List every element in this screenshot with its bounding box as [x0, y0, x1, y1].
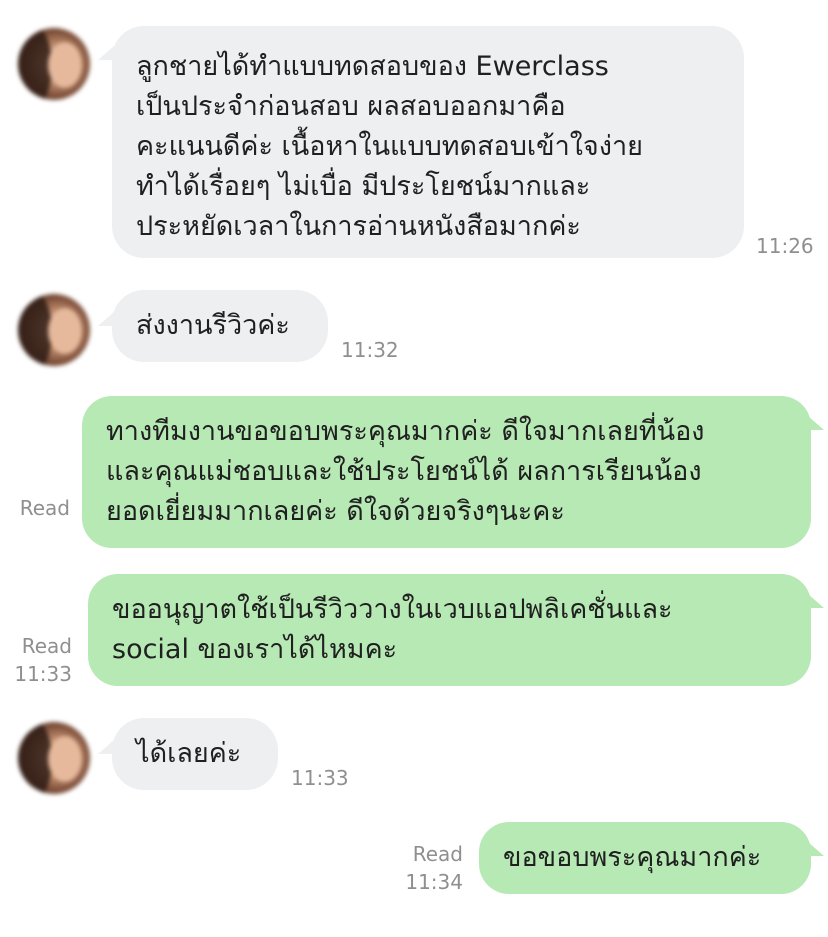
message-text-line: ทางทีมงานขอขอบพระคุณมากค่ะ ดีใจมากเลยที่… — [106, 416, 705, 447]
read-receipt: Read — [19, 496, 70, 520]
message-text-line: ลูกชายได้ทำแบบทดสอบของ Ewerclass — [136, 51, 609, 82]
message-meta: Read — [0, 494, 70, 522]
bubble-tail — [808, 416, 824, 430]
message-meta: Read 11:34 — [393, 840, 463, 896]
bubble-tail — [808, 594, 824, 608]
message-text-line: ขออนุญาตใช้เป็นรีวิววางในเวบแอปพลิเคชั่น… — [112, 594, 673, 625]
contact-avatar[interactable] — [18, 722, 90, 794]
message-text-line: ยอดเยี่ยมมากเลยค่ะ ดีใจด้วยจริงๆนะคะ — [106, 496, 565, 527]
message-text-line: ทำได้เรื่อยๆ ไม่เบื่อ มีประโยชน์มากและ — [136, 171, 591, 202]
message-bubble-outgoing[interactable]: ขออนุญาตใช้เป็นรีวิววางในเวบแอปพลิเคชั่น… — [88, 574, 811, 686]
read-receipt: Read — [412, 842, 463, 866]
message-text-line: ประหยัดเวลาในการอ่านหนังสือมากค่ะ — [136, 211, 581, 242]
message-text-line: เป็นประจำก่อนสอบ ผลสอบออกมาคือ — [136, 91, 566, 122]
message-bubble-outgoing[interactable]: ขอขอบพระคุณมากค่ะ — [479, 822, 811, 894]
message-text-line: social ของเราได้ไหมคะ — [112, 634, 398, 665]
message-bubble-incoming[interactable]: ส่งงานรีวิวค่ะ — [112, 290, 328, 362]
message-meta: Read 11:33 — [2, 632, 72, 688]
message-timestamp: 11:33 — [291, 766, 349, 790]
message-text-line: คะแนนดีค่ะ เนื้อหาในแบบทดสอบเข้าใจง่าย — [136, 131, 643, 162]
bubble-tail — [808, 842, 824, 856]
message-timestamp: 11:34 — [405, 870, 463, 894]
read-receipt: Read — [21, 634, 72, 658]
message-text-line: ขอขอบพระคุณมากค่ะ — [503, 842, 762, 873]
message-timestamp: 11:26 — [756, 234, 814, 258]
contact-avatar[interactable] — [18, 28, 90, 100]
contact-avatar[interactable] — [18, 294, 90, 366]
message-text-line: ส่งงานรีวิวค่ะ — [136, 310, 290, 341]
message-text-line: ได้เลยค่ะ — [136, 738, 242, 769]
message-timestamp: 11:33 — [14, 662, 72, 686]
message-bubble-incoming[interactable]: ลูกชายได้ทำแบบทดสอบของ Ewerclass เป็นประ… — [112, 26, 744, 258]
message-timestamp: 11:32 — [341, 338, 399, 362]
message-bubble-outgoing[interactable]: ทางทีมงานขอขอบพระคุณมากค่ะ ดีใจมากเลยที่… — [82, 396, 811, 548]
message-bubble-incoming[interactable]: ได้เลยค่ะ — [112, 718, 278, 790]
message-text-line: และคุณแม่ชอบและใช้ประโยชน์ได้ ผลการเรียน… — [106, 456, 702, 487]
